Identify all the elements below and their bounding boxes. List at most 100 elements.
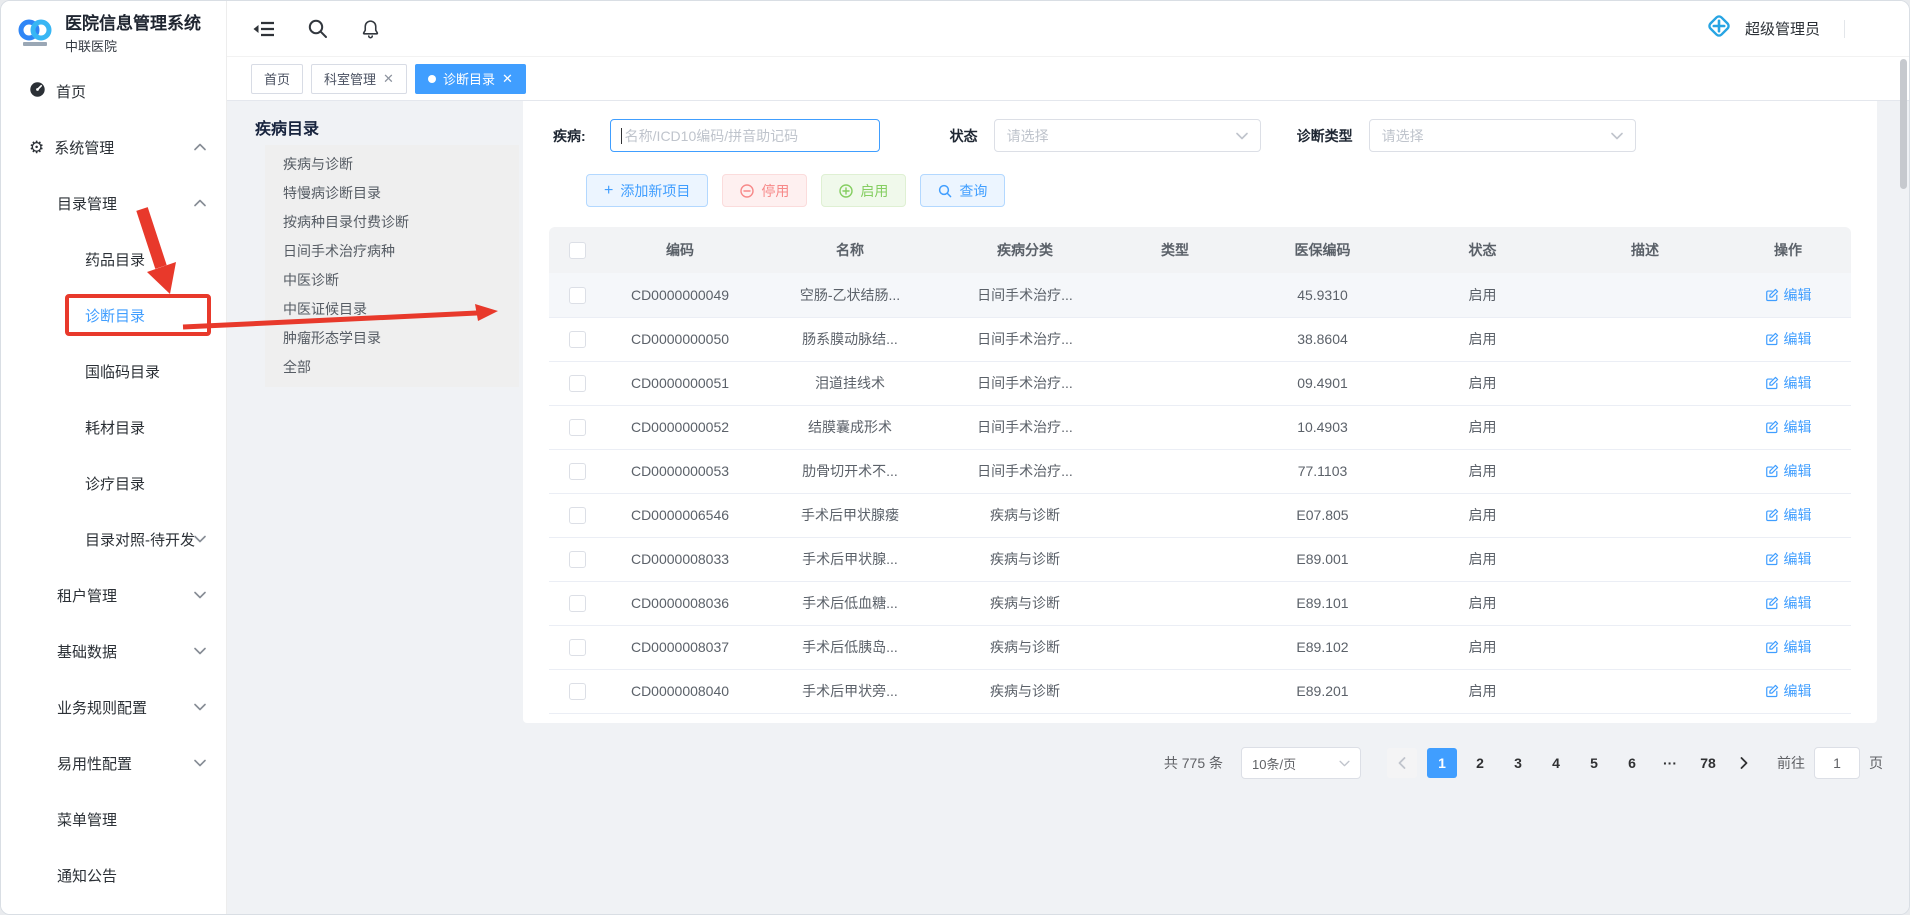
menu-item-label: 目录对照-待开发 — [85, 529, 195, 550]
category-list-item[interactable]: 中医证候目录 — [265, 294, 519, 323]
cell-category: 疾病与诊断 — [945, 493, 1105, 537]
sidebar-menu-item[interactable]: 易用性配置 — [1, 735, 226, 791]
cell-checkbox — [549, 361, 605, 405]
next-page-button[interactable] — [1729, 748, 1759, 778]
category-list-item[interactable]: 日间手术治疗病种 — [265, 236, 519, 265]
row-checkbox[interactable] — [569, 551, 586, 568]
sidebar-menu-item[interactable]: 首页 — [1, 63, 226, 119]
row-checkbox[interactable] — [569, 463, 586, 480]
row-checkbox[interactable] — [569, 287, 586, 304]
edit-button[interactable]: 编辑 — [1765, 505, 1812, 525]
edit-button[interactable]: 编辑 — [1765, 461, 1812, 481]
enable-button[interactable]: 启用 — [821, 174, 906, 207]
category-list-item[interactable]: 特慢病诊断目录 — [265, 178, 519, 207]
cell-action: 编辑 — [1725, 537, 1851, 581]
edit-label: 编辑 — [1784, 329, 1812, 349]
edit-icon — [1765, 288, 1779, 302]
sidebar-fold-icon[interactable] — [253, 19, 275, 39]
edit-icon — [1765, 640, 1779, 654]
sidebar-menu-item[interactable]: 目录对照-待开发 — [1, 511, 226, 567]
row-checkbox[interactable] — [569, 331, 586, 348]
plus-circle-icon — [839, 184, 853, 198]
sidebar-menu-item[interactable]: 基础数据 — [1, 623, 226, 679]
text-caret — [621, 128, 622, 144]
edit-button[interactable]: 编辑 — [1765, 285, 1812, 305]
app-title: 医院信息管理系统 — [65, 13, 201, 34]
search-icon — [938, 184, 952, 198]
user-menu[interactable]: 超级管理员 — [1703, 10, 1881, 47]
page-size-select[interactable]: 10条/页 — [1241, 747, 1361, 779]
edit-button[interactable]: 编辑 — [1765, 417, 1812, 437]
menu-item-label: 通知公告 — [57, 865, 117, 886]
edit-button[interactable]: 编辑 — [1765, 329, 1812, 349]
page-number-button[interactable]: 78 — [1693, 748, 1723, 778]
bell-icon[interactable] — [360, 18, 381, 40]
cell-category: 疾病与诊断 — [945, 581, 1105, 625]
edit-label: 编辑 — [1784, 549, 1812, 569]
page-number-button[interactable]: 6 — [1617, 748, 1647, 778]
prev-page-button[interactable] — [1387, 748, 1417, 778]
tab-home[interactable]: 首页 — [251, 64, 303, 94]
row-checkbox[interactable] — [569, 595, 586, 612]
tab-close-icon[interactable]: ✕ — [383, 72, 394, 85]
row-checkbox[interactable] — [569, 375, 586, 392]
disease-search-input[interactable]: 名称/ICD10编码/拼音助记码 — [610, 119, 880, 152]
tab-department[interactable]: 科室管理 ✕ — [311, 64, 407, 94]
disable-button[interactable]: 停用 — [722, 174, 807, 207]
sidebar-menu-item[interactable]: 药品目录 — [1, 231, 226, 287]
edit-icon — [1765, 508, 1779, 522]
sidebar-menu-item[interactable]: 菜单管理 — [1, 791, 226, 847]
category-list-item[interactable]: 中医诊断 — [265, 265, 519, 294]
row-checkbox[interactable] — [569, 507, 586, 524]
row-checkbox[interactable] — [569, 683, 586, 700]
tab-diagnosis-catalog[interactable]: 诊断目录 ✕ — [415, 64, 526, 94]
query-button[interactable]: 查询 — [920, 174, 1005, 207]
sidebar-menu-item[interactable]: 国临码目录 — [1, 343, 226, 399]
tab-label: 科室管理 — [324, 69, 376, 88]
edit-button[interactable]: 编辑 — [1765, 681, 1812, 701]
scrollbar-thumb[interactable] — [1900, 59, 1907, 189]
edit-icon — [1765, 376, 1779, 390]
cell-status: 启用 — [1400, 669, 1565, 713]
select-all-checkbox[interactable] — [569, 242, 586, 259]
edit-button[interactable]: 编辑 — [1765, 549, 1812, 569]
status-select[interactable]: 请选择 — [994, 119, 1261, 152]
edit-label: 编辑 — [1784, 593, 1812, 613]
page-number-button[interactable]: 5 — [1579, 748, 1609, 778]
cell-insurance-code: E89.102 — [1245, 625, 1400, 669]
app-window: 医院信息管理系统 中联医院 首页 ⚙ 系统管理 — [0, 0, 1910, 915]
page-number-button[interactable]: 3 — [1503, 748, 1533, 778]
content-area: 疾病目录 疾病与诊断特慢病诊断目录按病种目录付费诊断日间手术治疗病种中医诊断中医… — [227, 101, 1909, 914]
page-number-button[interactable]: 2 — [1465, 748, 1495, 778]
sidebar-menu-item[interactable]: 诊断目录 — [1, 287, 226, 343]
tab-close-icon[interactable]: ✕ — [502, 72, 513, 85]
edit-button[interactable]: 编辑 — [1765, 637, 1812, 657]
sidebar-menu-item[interactable]: 耗材目录 — [1, 399, 226, 455]
sidebar-menu-item[interactable]: 业务规则配置 — [1, 679, 226, 735]
category-list-item[interactable]: 肿瘤形态学目录 — [265, 323, 519, 352]
sidebar-menu-item[interactable]: 目录管理 — [1, 175, 226, 231]
table-row: CD0000000049 空肠-乙状结肠... 日间手术治疗... 45.931… — [549, 273, 1851, 317]
search-icon[interactable] — [307, 18, 328, 39]
page-number-button[interactable]: 1 — [1427, 748, 1457, 778]
category-list-item[interactable]: 全部 — [265, 352, 519, 381]
table-row: CD0000000051 泪道挂线术 日间手术治疗... 09.4901 启用 … — [549, 361, 1851, 405]
cell-checkbox — [549, 317, 605, 361]
sidebar-menu-item[interactable]: 通知公告 — [1, 847, 226, 903]
goto-page-input[interactable] — [1814, 747, 1860, 779]
edit-icon — [1765, 464, 1779, 478]
sidebar-menu-item[interactable]: ⚙ 系统管理 — [1, 119, 226, 175]
row-checkbox[interactable] — [569, 639, 586, 656]
page-number-button[interactable]: 4 — [1541, 748, 1571, 778]
category-list-item[interactable]: 按病种目录付费诊断 — [265, 207, 519, 236]
sidebar-menu-item[interactable]: 诊疗目录 — [1, 455, 226, 511]
edit-button[interactable]: 编辑 — [1765, 593, 1812, 613]
edit-label: 编辑 — [1784, 373, 1812, 393]
category-list-item[interactable]: 疾病与诊断 — [265, 149, 519, 178]
edit-button[interactable]: 编辑 — [1765, 373, 1812, 393]
cell-desc — [1565, 625, 1725, 669]
row-checkbox[interactable] — [569, 419, 586, 436]
diagnosis-type-select[interactable]: 请选择 — [1369, 119, 1636, 152]
sidebar-menu-item[interactable]: 租户管理 — [1, 567, 226, 623]
add-item-button[interactable]: + 添加新项目 — [586, 174, 708, 207]
